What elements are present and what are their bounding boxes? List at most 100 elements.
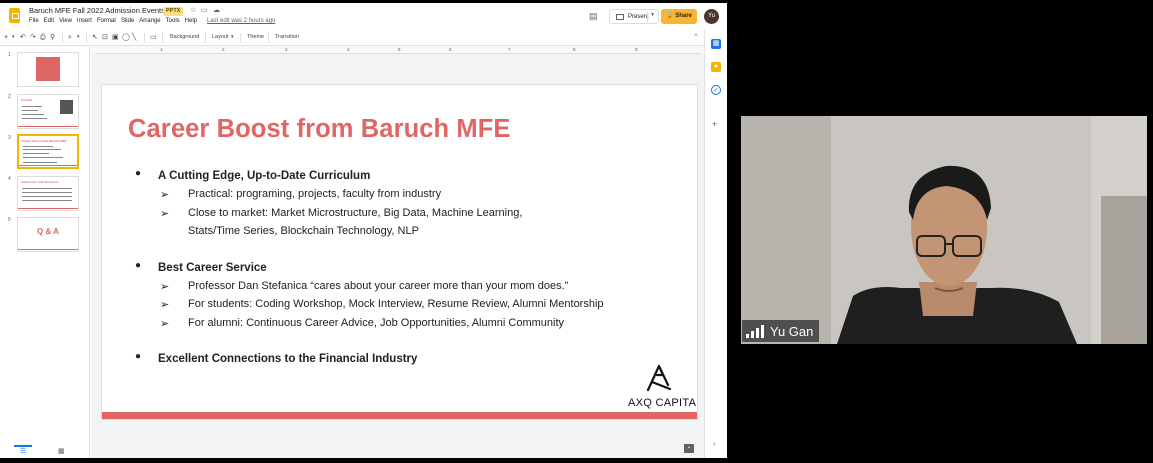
menu-edit[interactable]: Edit [44,18,54,24]
participant-name: Yu Gan [770,323,814,339]
slides-window: Baruch MFE Fall 2022 Admission Events PP… [0,3,727,458]
bullet-icon: ● [135,260,142,271]
section-heading[interactable]: A Cutting Edge, Up-to-Date Curriculum [158,170,370,182]
thumbnail-text-line [23,153,49,154]
zoom-icon[interactable]: ⌕ [68,33,72,42]
shape-icon[interactable]: ◯ [122,33,130,42]
share-button[interactable]: 🔒 Share [661,9,697,24]
print-icon[interactable]: ⎙ [40,33,46,42]
screen: Baruch MFE Fall 2022 Admission Events PP… [0,0,1153,463]
last-edit-link[interactable]: Last edit was 2 hours ago [207,18,275,24]
thumbnail-image [60,100,73,114]
slide-thumbnail-1[interactable] [17,52,79,87]
transition-button[interactable]: Transition [275,34,299,40]
menu-insert[interactable]: Insert [77,18,92,24]
grid-view-icon[interactable]: ▦ [58,447,65,455]
slide-number: 2 [8,94,11,100]
text-box-icon[interactable]: ⊡ [102,33,108,42]
background-button[interactable]: Background [170,34,199,40]
move-folder-icon[interactable]: ▭ [201,6,208,15]
ruler-mark: 1 [160,47,163,52]
cloud-status-icon: ☁ [213,7,220,14]
zoom-dropdown-icon[interactable]: ▾ [77,33,80,42]
tasks-icon[interactable]: ✓ [711,85,721,95]
add-on-plus-icon[interactable]: + [712,119,717,129]
slide-thumbnail-2[interactable]: Content [17,94,79,129]
ruler-mark: 2 [222,47,225,52]
chevron-down-icon[interactable]: ▼ [650,12,655,18]
layout-button[interactable]: Layout [212,34,229,40]
comment-icon[interactable]: ▭ [150,33,157,42]
video-tile[interactable]: Yu Gan [741,116,1147,344]
bullet-item[interactable]: Close to market: Market Microstructure, … [188,207,522,219]
ruler-mark: 8 [573,47,576,52]
thumbnail-text-line [22,200,72,201]
thumbnail-text-line [22,118,47,119]
filmstrip-view-icon[interactable]: ☰ [14,445,32,455]
line-icon[interactable]: ╲ [132,33,136,42]
document-title[interactable]: Baruch MFE Fall 2022 Admission Events [29,6,165,15]
calendar-icon[interactable]: ▦ [711,39,721,49]
slide-title[interactable]: Career Boost from Baruch MFE [128,115,511,144]
arrow-bullet-icon: ➢ [160,281,170,293]
present-icon [616,13,624,20]
theme-button[interactable]: Theme [247,34,264,40]
slide-thumbnail-3[interactable]: Career Boost from Baruch MFE [17,134,79,169]
menu-view[interactable]: View [59,18,72,24]
bullet-item[interactable]: Stats/Time Series, Blockchain Technology… [188,225,419,237]
signal-strength-icon [746,324,764,338]
divider [86,33,87,43]
bullet-item[interactable]: Practical: programing, projects, faculty… [188,188,441,200]
thumbnail-footer-bar [18,249,78,250]
menu-tools[interactable]: Tools [166,18,180,24]
thumbnail-footer-bar [18,208,78,209]
redo-icon[interactable]: ↷ [30,33,36,42]
current-slide[interactable]: Career Boost from Baruch MFE ● A Cutting… [101,84,698,420]
chevron-up-icon[interactable]: ⌃ [693,33,699,41]
menu-help[interactable]: Help [185,18,197,24]
section-heading[interactable]: Excellent Connections to the Financial I… [158,353,417,365]
menu-slide[interactable]: Slide [121,18,134,24]
chevron-right-icon[interactable]: › [713,441,715,448]
present-button[interactable]: Present ▼ [609,9,659,24]
image-icon[interactable]: ▣ [112,33,119,42]
keep-icon[interactable]: ● [711,62,721,72]
star-icon[interactable]: ☆ [190,6,196,15]
ruler-mark: 3 [285,47,288,52]
ruler-mark: 7 [508,47,511,52]
undo-icon[interactable]: ↶ [20,33,26,42]
thumbnail-title: Q & A [37,227,59,236]
slides-logo-icon[interactable] [9,8,20,23]
side-panel: ▦ ● ✓ + › [704,30,727,458]
speaker-notes-icon[interactable]: ▪ [684,444,694,453]
menu-format[interactable]: Format [97,18,116,24]
slide-thumbnail-5[interactable]: Q & A [17,217,79,252]
divider [62,33,63,43]
bullet-item[interactable]: For alumni: Continuous Career Advice, Jo… [188,317,564,329]
divider [162,33,163,43]
comment-history-icon[interactable]: ▤ [589,11,598,21]
bullet-item[interactable]: For students: Coding Workshop, Mock Inte… [188,298,604,310]
divider [268,33,269,43]
select-icon[interactable]: ↖ [92,33,98,42]
menu-bar: File Edit View Insert Format Slide Arran… [29,18,197,24]
thumbnail-text-line [22,196,72,197]
layout-dropdown-icon[interactable]: ▾ [231,33,234,42]
bullet-item[interactable]: Professor Dan Stefanica “cares about you… [188,280,568,292]
thumbnail-title: Content [21,98,33,102]
thumbnail-text-line [22,192,72,193]
slide-thumbnail-4[interactable]: Admission / Info Sessions [17,176,79,211]
avatar[interactable]: Yu [704,9,719,24]
bullet-icon: ● [135,351,142,362]
menu-file[interactable]: File [29,18,39,24]
arrow-bullet-icon: ➢ [160,318,170,330]
title-card [36,57,60,81]
new-slide-dropdown-icon[interactable]: ▾ [12,33,15,42]
paint-format-icon[interactable]: ⚲ [50,33,55,42]
divider [205,33,206,43]
thumbnail-text-line [22,110,38,111]
new-slide-icon[interactable]: + [4,33,8,42]
divider [144,33,145,43]
section-heading[interactable]: Best Career Service [158,262,267,274]
menu-arrange[interactable]: Arrange [139,18,160,24]
